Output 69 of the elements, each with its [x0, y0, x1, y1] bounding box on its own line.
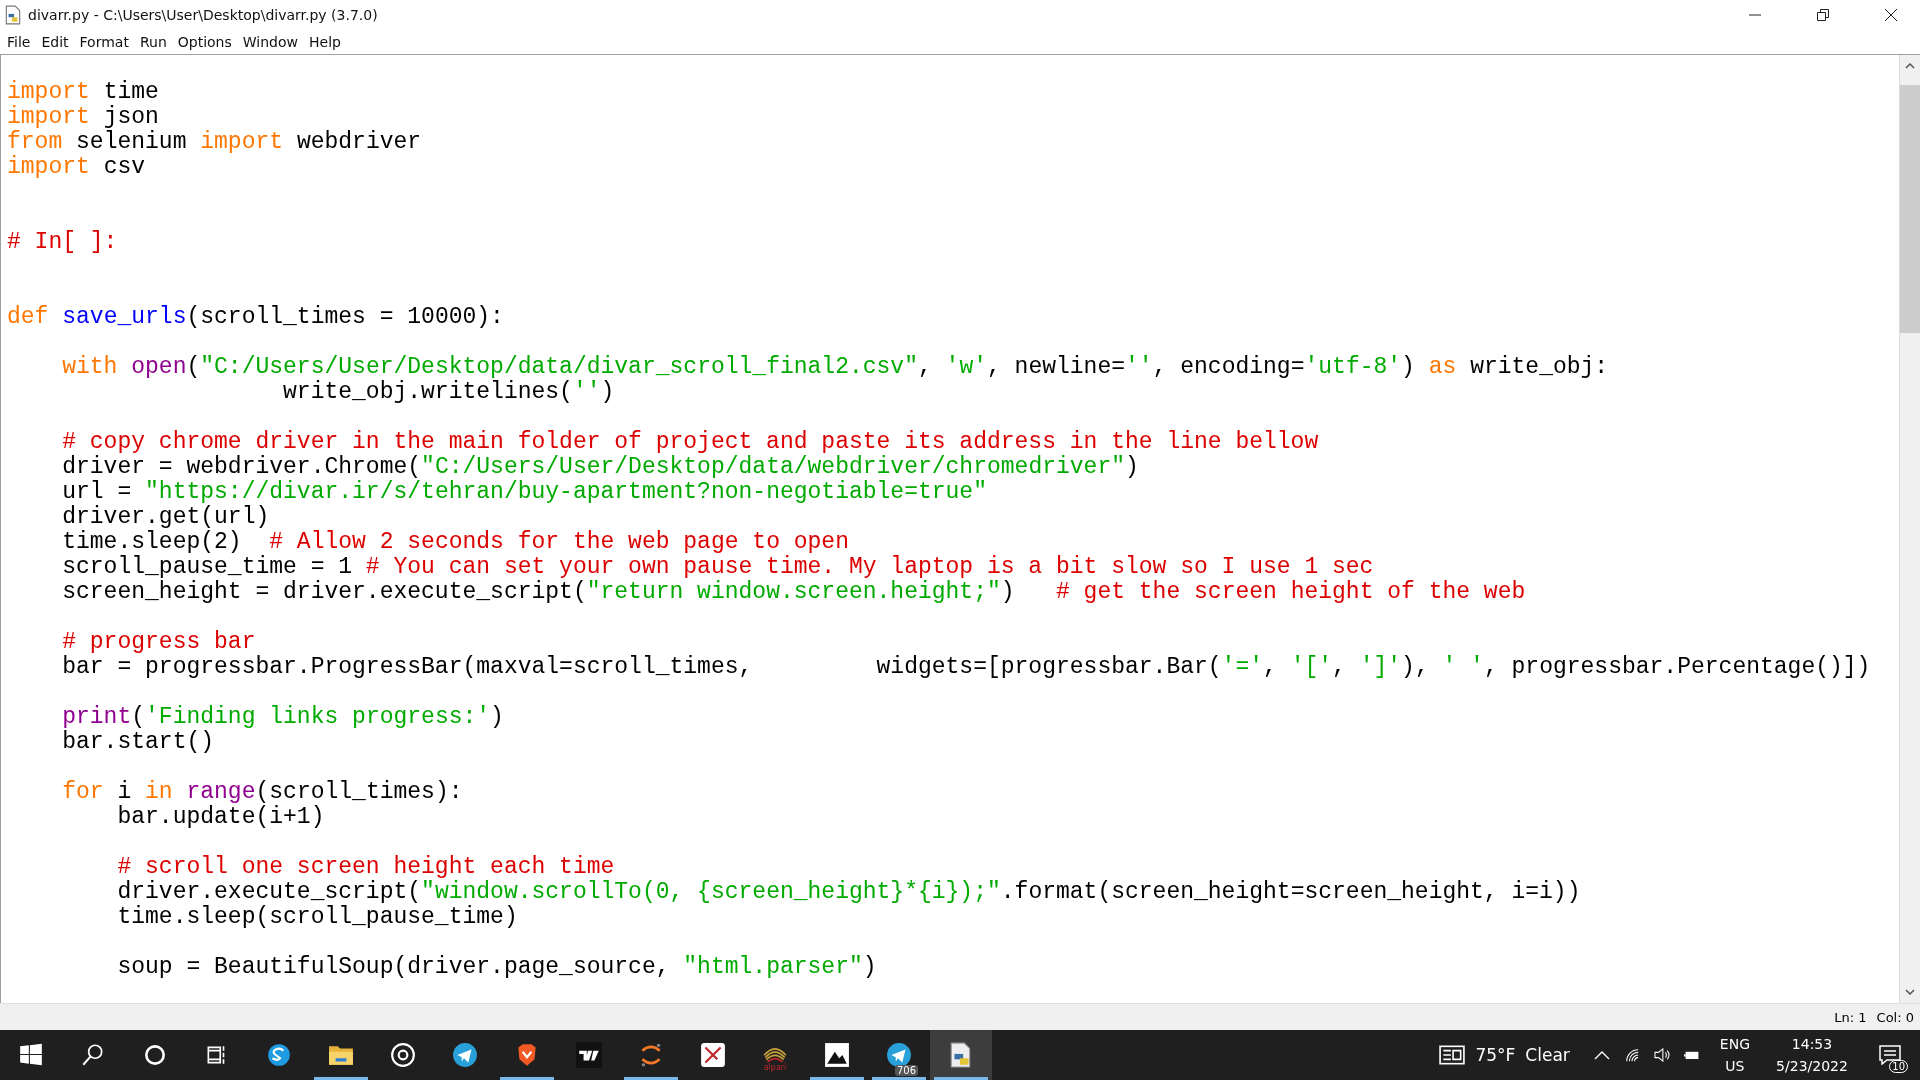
running-indicator [624, 1077, 678, 1080]
language-code[interactable]: ENG [1719, 1033, 1750, 1055]
line-number: Ln: 1 [1834, 1009, 1867, 1025]
running-indicator [934, 1077, 988, 1080]
code-line: import csv [7, 155, 146, 180]
weather-temperature[interactable]: 75°F [1475, 1045, 1516, 1065]
grid-app-icon[interactable] [700, 1042, 726, 1068]
code-line: scroll_pause_time = 1 # You can set your own pause time. My laptop is a bit slow so I use 1 sec [61, 555, 1374, 580]
menu-item[interactable]: Options [172, 34, 238, 50]
paper-plane-icon[interactable] [886, 1042, 912, 1068]
code-line: bar.start() [61, 730, 215, 755]
windows-icon[interactable] [18, 1042, 44, 1068]
window-title: divarr.py - C:\Users\User\Desktop\divarr.py (3.7.0) [28, 7, 378, 23]
square-logo-icon[interactable] [576, 1042, 602, 1068]
code-line: import time [7, 80, 159, 105]
mountain-picture-icon[interactable] [824, 1042, 850, 1068]
speaker-icon[interactable] [1653, 1048, 1670, 1062]
running-indicator [500, 1077, 554, 1080]
code-line: import json [7, 105, 159, 130]
clock-time[interactable]: 14:53 [1791, 1033, 1833, 1055]
disc-icon[interactable] [390, 1042, 416, 1068]
menu-item[interactable]: Format [74, 34, 135, 50]
code-line: driver.execute_script("window.scrollTo(0, {screen_height}*{i});".format(screen_height=screen_height, i=i)) [116, 880, 1581, 905]
scroll-down-icon[interactable] [1905, 989, 1915, 995]
taskbar-button[interactable]: 706 [868, 1030, 930, 1080]
code-line: # In[ ]: [7, 230, 118, 255]
paper-plane-icon[interactable] [452, 1042, 478, 1068]
running-indicator [314, 1077, 368, 1080]
code-line: def save_urls(scroll_times = 10000): [7, 305, 504, 330]
code-line: from selenium import webdriver [7, 130, 422, 155]
code-line: bar = progressbar.ProgressBar(maxval=scroll_times, widgets=[progressbar.Bar('=', '[', ']'), ' ', progressbar.Percentage()]) [61, 655, 1871, 680]
weather-condition[interactable]: Clear [1525, 1045, 1570, 1065]
code-line: driver.get(url) [61, 505, 270, 530]
menu-item[interactable]: Window [237, 34, 304, 50]
code-line: time.sleep(2) # Allow 2 seconds for the web page to open [61, 530, 849, 555]
menu-item[interactable]: Edit [36, 34, 75, 50]
code-line: url = "https://divar.ir/s/tehran/buy-apartment?non-negotiable=true" [61, 480, 987, 505]
chat-app-icon[interactable] [266, 1042, 292, 1068]
code-line: for i in range(scroll_times): [61, 780, 463, 805]
taskbar-button[interactable] [930, 1030, 992, 1080]
scroll-up-icon[interactable] [1905, 63, 1915, 69]
language-region[interactable]: US [1725, 1055, 1745, 1077]
running-indicator [810, 1077, 864, 1080]
circle-icon[interactable] [142, 1042, 168, 1068]
scrollbar[interactable] [1899, 55, 1920, 1003]
code-line: # progress bar [61, 630, 256, 655]
code-line: # copy chrome driver in the main folder of project and paste its address in the line bellow [61, 430, 1319, 455]
menu-item[interactable]: Help [304, 34, 347, 50]
python-file-icon [4, 5, 22, 25]
code-line: with open("C:/Users/User/Desktop/data/divar_scroll_final2.csv", 'w', newline='', encoding='utf-8') as write_obj: [61, 355, 1609, 380]
column-number: Col: 0 [1876, 1009, 1914, 1025]
scroll-thumb[interactable] [1900, 85, 1920, 333]
code-line: time.sleep(scroll_pause_time) [116, 905, 518, 930]
app-logo-text: alpari [763, 1064, 787, 1072]
code-line: soup = BeautifulSoup(driver.page_source, "html.parser") [116, 955, 877, 980]
unread-count-badge: 706 [894, 1065, 918, 1076]
code-line: print('Finding links progress:') [61, 705, 504, 730]
running-indicator [872, 1077, 926, 1080]
code-line: # scroll one screen height each time [116, 855, 615, 880]
menu-item[interactable]: Run [134, 34, 173, 50]
code-line: screen_height = driver.execute_script("return window.screen.height;") # get the screen height of the web [61, 580, 1526, 605]
news-icon[interactable] [1439, 1045, 1466, 1065]
menu-item[interactable]: File [2, 34, 37, 50]
code-line: write_obj.writelines('') [282, 380, 615, 405]
clock-date[interactable]: 5/23/2022 [1776, 1055, 1848, 1077]
code-line: bar.update(i+1) [116, 805, 325, 830]
notification-count: 10 [1889, 1060, 1908, 1073]
wifi-icon[interactable] [1623, 1048, 1640, 1062]
code-line: driver = webdriver.Chrome("C:/Users/User/Desktop/data/webdriver/chromedriver") [61, 455, 1139, 480]
